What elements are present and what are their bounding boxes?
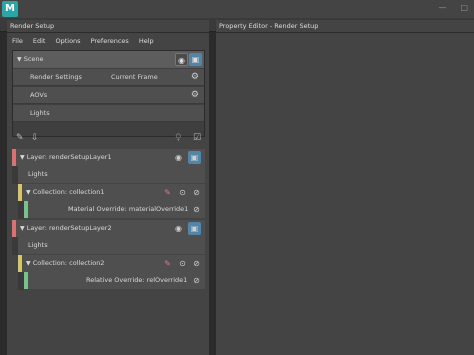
chevron-down-icon[interactable]: ▼ xyxy=(17,56,22,63)
current-frame-label: Current Frame xyxy=(111,73,158,81)
collection-stripe xyxy=(18,184,22,201)
override-label: Relative Override: xyxy=(86,276,145,284)
property-editor-panel xyxy=(216,33,474,355)
panel-tab-bar: Render Setup Property Editor - Render Se… xyxy=(0,18,474,32)
layer-row[interactable]: ▼ Layer: renderSetupLayer2 ◉ ▣ xyxy=(12,220,205,237)
menu-help[interactable]: Help xyxy=(134,35,159,48)
add-layer-icon[interactable]: ✎ xyxy=(16,133,24,143)
override-label: Material Override: xyxy=(68,205,127,213)
layer-stripe xyxy=(12,220,16,237)
layer-name: renderSetupLayer2 xyxy=(48,224,112,232)
layer-row[interactable]: ▼ Layer: renderSetupLayer1 ◉ ▣ xyxy=(12,149,205,166)
layer-label: Layer: xyxy=(26,224,47,232)
disable-icon[interactable]: ⊘ xyxy=(190,274,203,287)
lightbulb-icon[interactable]: ♀ xyxy=(175,133,182,143)
eye-icon[interactable]: ◉ xyxy=(172,222,185,235)
scene-section: ▼ Scene ◉ ▣ Render Settings Current Fram… xyxy=(12,50,205,137)
render-icon[interactable]: ▣ xyxy=(189,53,202,66)
render-icon[interactable]: ▣ xyxy=(188,222,201,235)
gear-icon[interactable]: ⚙ xyxy=(191,87,199,104)
menu-edit[interactable]: Edit xyxy=(28,35,51,48)
isolate-icon[interactable]: ⊙ xyxy=(176,186,189,199)
collection-row[interactable]: ▼ Collection: collection1 ✎ ⊙ ⊘ xyxy=(18,184,205,201)
chevron-down-icon[interactable]: ▼ xyxy=(20,154,25,161)
override-row[interactable]: Material Override: materialOverride1 ⊘ xyxy=(24,201,205,218)
layers-toolbar: ✎ ⇩ ♀ ☑ xyxy=(7,133,209,147)
render-setup-panel: File Edit Options Preferences Help ▼ Sce… xyxy=(7,33,209,355)
scene-title: Scene xyxy=(23,55,44,63)
override-stripe xyxy=(24,201,28,218)
eye-icon[interactable]: ◉ xyxy=(172,151,185,164)
layer-lights-row[interactable]: Lights xyxy=(18,237,205,254)
minimize-icon[interactable]: — xyxy=(438,3,446,12)
collection-name: collection2 xyxy=(69,259,105,267)
layer-name: renderSetupLayer1 xyxy=(48,153,112,161)
scene-header[interactable]: ▼ Scene ◉ ▣ xyxy=(13,51,204,68)
collection-label: Collection: xyxy=(32,259,68,267)
scene-lights-label: Lights xyxy=(30,109,50,117)
collection-label: Collection: xyxy=(32,188,68,196)
gear-icon[interactable]: ⚙ xyxy=(191,69,199,86)
scene-lights-row[interactable]: Lights xyxy=(13,105,204,122)
layer-label: Layer: xyxy=(26,153,47,161)
override-stripe xyxy=(24,272,28,289)
menu-file[interactable]: File xyxy=(7,35,28,48)
menu-options[interactable]: Options xyxy=(50,35,85,48)
override-row[interactable]: Relative Override: relOverride1 ⊘ xyxy=(24,272,205,289)
window-titlebar: M — ▢ xyxy=(0,0,474,18)
disable-icon[interactable]: ⊘ xyxy=(190,257,203,270)
chevron-down-icon[interactable]: ▼ xyxy=(26,189,31,196)
render-settings-label: Render Settings xyxy=(30,73,82,81)
eye-icon[interactable]: ◉ xyxy=(175,53,188,66)
tab-render-setup[interactable]: Render Setup xyxy=(7,20,209,32)
disable-icon[interactable]: ⊘ xyxy=(190,186,203,199)
isolate-icon[interactable]: ⊙ xyxy=(176,257,189,270)
tab-property-editor[interactable]: Property Editor - Render Setup xyxy=(216,20,474,32)
maya-app-icon: M xyxy=(2,1,18,17)
collection-row[interactable]: ▼ Collection: collection2 ✎ ⊙ ⊘ xyxy=(18,255,205,272)
override-name: relOverride1 xyxy=(146,276,188,284)
menu-bar: File Edit Options Preferences Help xyxy=(7,35,209,48)
material-icon[interactable]: ✎ xyxy=(161,186,174,199)
chevron-down-icon[interactable]: ▼ xyxy=(26,260,31,267)
import-icon[interactable]: ⇩ xyxy=(31,133,39,143)
layer-lights-row[interactable]: Lights xyxy=(18,166,205,183)
layer-lights-label: Lights xyxy=(28,241,48,249)
maximize-icon[interactable]: ▢ xyxy=(460,3,468,12)
aovs-label: AOVs xyxy=(30,91,48,99)
collection-stripe xyxy=(18,255,22,272)
checklist-icon[interactable]: ☑ xyxy=(193,133,201,143)
override-name: materialOverride1 xyxy=(128,205,189,213)
layer-lights-label: Lights xyxy=(28,170,48,178)
layer-stripe xyxy=(12,149,16,166)
menu-preferences[interactable]: Preferences xyxy=(86,35,134,48)
render-icon[interactable]: ▣ xyxy=(188,151,201,164)
material-icon[interactable]: ✎ xyxy=(161,257,174,270)
chevron-down-icon[interactable]: ▼ xyxy=(20,225,25,232)
render-settings-row[interactable]: Render Settings Current Frame ⚙ xyxy=(13,69,204,86)
collection-name: collection1 xyxy=(69,188,105,196)
disable-icon[interactable]: ⊘ xyxy=(190,203,203,216)
window-controls: — ▢ xyxy=(438,3,468,12)
aovs-row[interactable]: AOVs ⚙ xyxy=(13,87,204,104)
